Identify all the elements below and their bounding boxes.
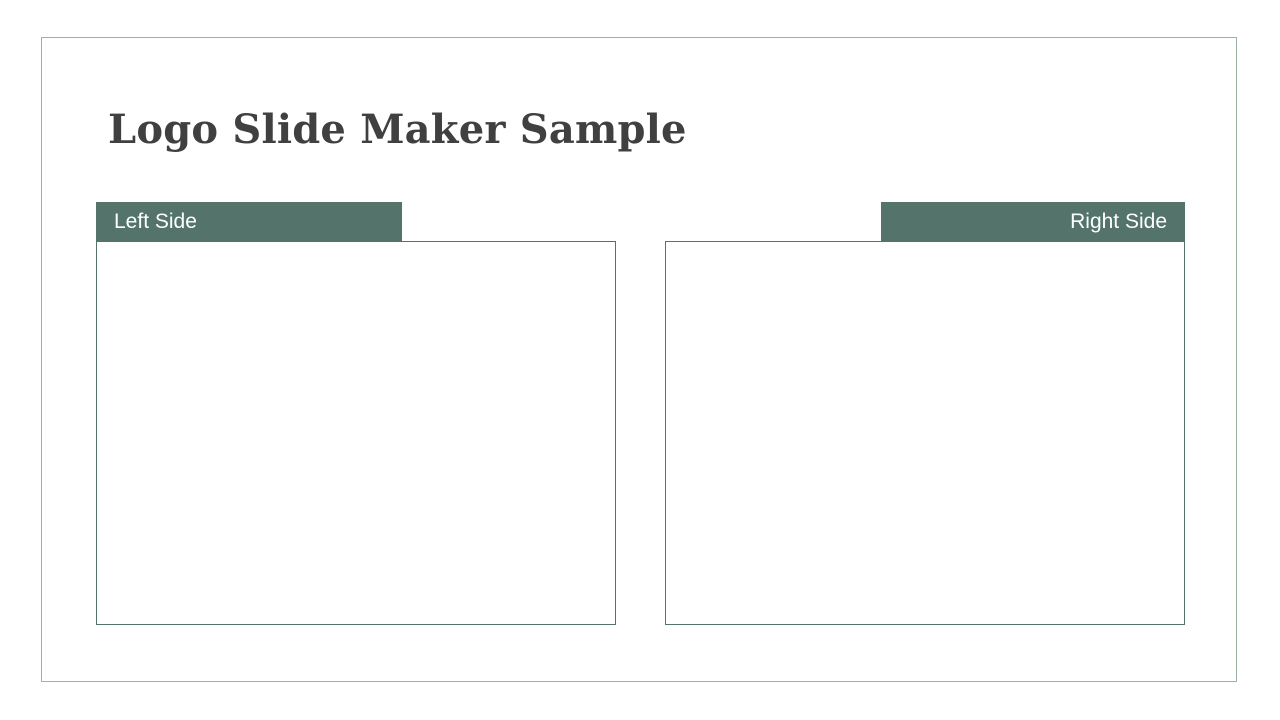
slide-title[interactable]: Logo Slide Maker Sample — [108, 100, 687, 160]
left-side-label[interactable]: Left Side — [96, 202, 402, 242]
left-logo-panel[interactable] — [96, 241, 616, 625]
right-logo-panel[interactable] — [665, 241, 1185, 625]
slide-canvas: Logo Slide Maker Sample Left Side Right … — [0, 0, 1280, 720]
right-side-label[interactable]: Right Side — [881, 202, 1185, 242]
